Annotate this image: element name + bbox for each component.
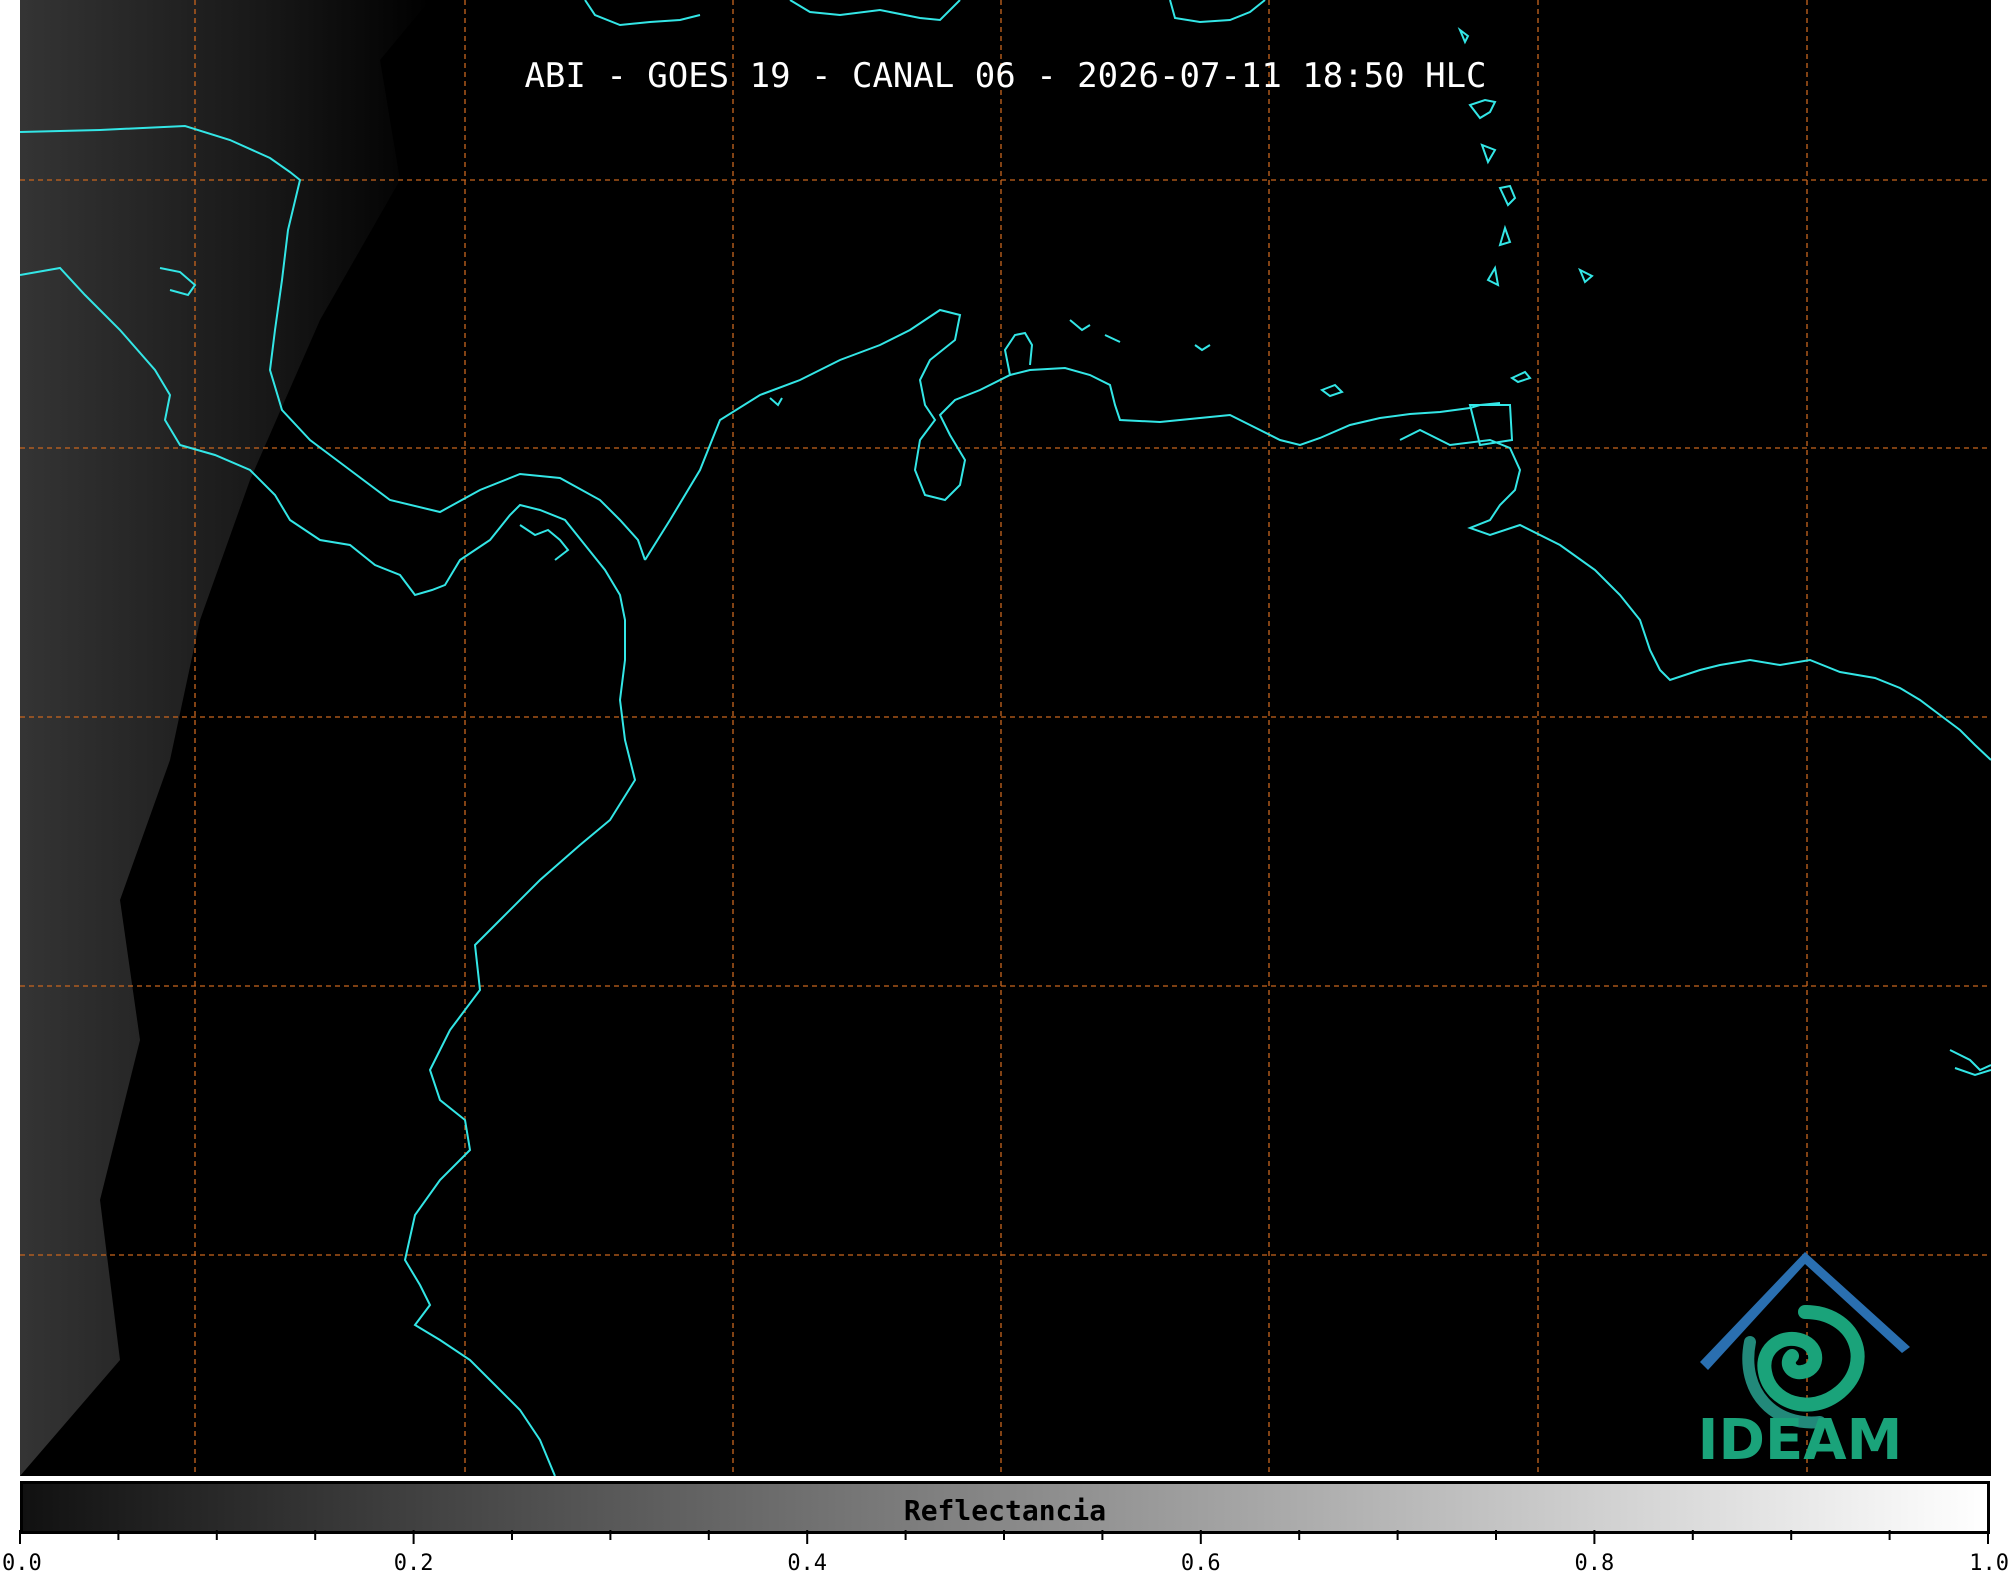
island-galapagos-east [1949, 1049, 1991, 1077]
island-cuba-south [584, 0, 701, 27]
island-lesser-antilles-3 [1480, 143, 1497, 165]
coastline-colombia-caribbean [644, 308, 1501, 561]
colorbar-tick-label: 0.6 [1181, 1551, 1221, 1576]
colorbar-tick-label: 0.4 [787, 1551, 827, 1576]
map-title: ABI - GOES 19 - CANAL 06 - 2026-07-11 18… [524, 56, 1487, 96]
island-margarita [1319, 383, 1344, 398]
colorbar-tick-label: 1.0 [1969, 1551, 2009, 1576]
colorbar-ticks: 0.0 0.2 0.4 0.6 0.8 1.0 [2, 1530, 2009, 1576]
island-san-andres [769, 397, 783, 407]
island-hispaniola [789, 0, 961, 22]
logo-swirl-icon [1757, 1305, 1865, 1412]
island-barbados [1578, 267, 1594, 284]
colorbar-tick-label: 0.8 [1575, 1551, 1615, 1576]
island-lesser-antilles-1 [1457, 27, 1470, 45]
island-aruba-curacao [1069, 319, 1211, 352]
satellite-figure: IDEAM ABI - GOES 19 - CANAL 06 - 2026-07… [0, 0, 2011, 1577]
island-lesser-antilles-4 [1498, 184, 1517, 207]
island-puerto-rico [1169, 0, 1266, 24]
cloud-band-west [20, 0, 430, 1476]
coastline-san-jose-gulf [519, 524, 570, 561]
logo-text: IDEAM [1697, 1408, 1903, 1473]
island-tobago [1509, 370, 1532, 384]
colorbar: Reflectancia [20, 1481, 1990, 1534]
island-lesser-antilles-2 [1468, 98, 1497, 120]
colorbar-tick-label: 0.0 [2, 1551, 42, 1576]
colorbar-tick-label: 0.2 [394, 1551, 434, 1576]
island-lesser-antilles-5 [1498, 224, 1512, 247]
island-trinidad [1468, 404, 1514, 447]
colorbar-label: Reflectancia [903, 1494, 1107, 1527]
coastline-guajira [1003, 331, 1034, 376]
coastline-venezuela-east [1399, 428, 1991, 761]
island-lesser-antilles-6 [1486, 265, 1500, 287]
map-panel: IDEAM [20, 0, 1991, 1476]
